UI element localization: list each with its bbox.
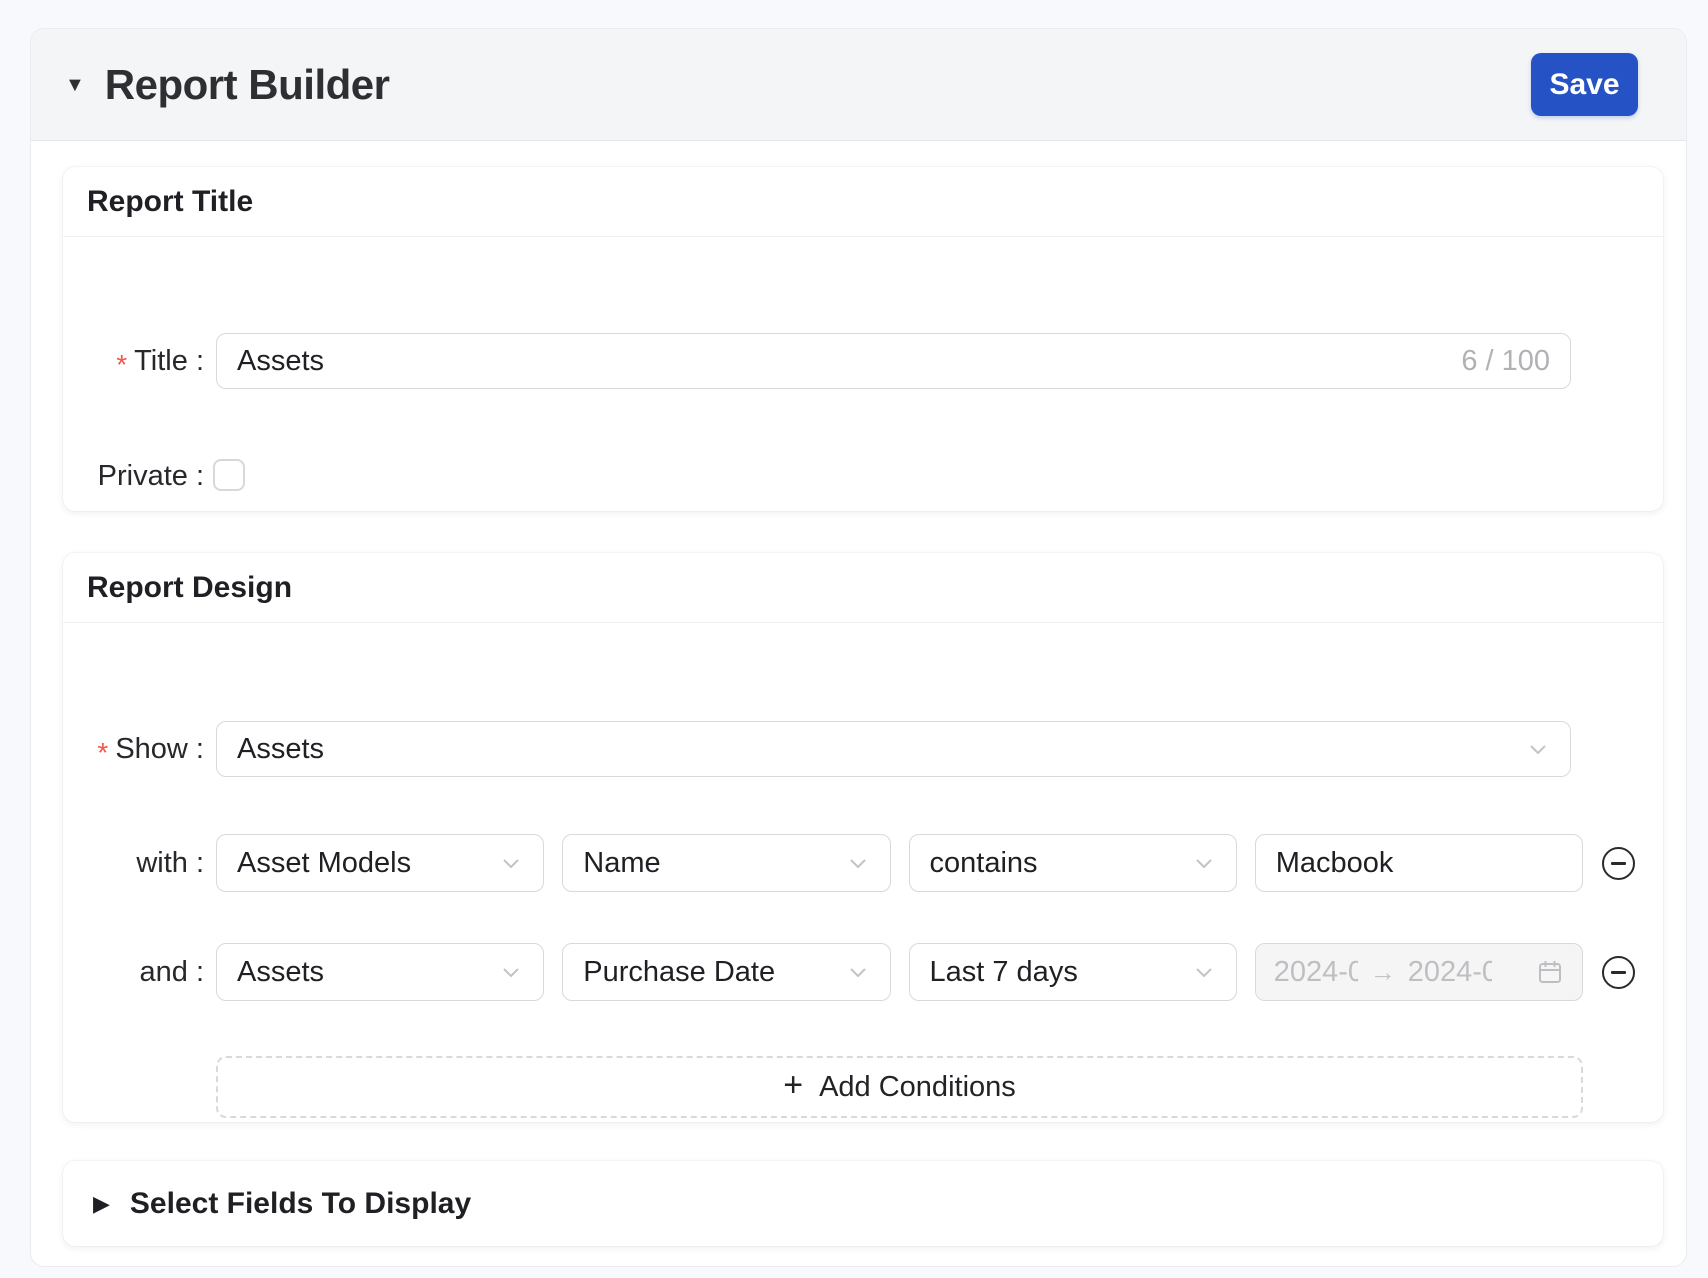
plus-icon: + [783,1068,803,1106]
report-design-card: Report Design * Show : Assets with : [63,553,1663,1122]
condition-entity-select[interactable]: Assets [216,943,544,1001]
save-button[interactable]: Save [1531,53,1638,116]
with-label: with : [63,834,204,892]
chevron-down-icon [846,960,870,984]
title-row: * Title : Assets 6 / 100 [63,333,1663,389]
select-fields-title: Select Fields To Display [130,1187,471,1221]
report-title-card: Report Title * Title : Assets 6 / 100 Pr… [63,167,1663,511]
date-range-picker: 2024-0 → 2024-0 [1255,943,1583,1001]
chevron-down-icon [1526,737,1550,761]
condition-field-select[interactable]: Name [562,834,890,892]
condition-row-with: with : Asset Models Name [63,834,1663,892]
panel-header: ▼ Report Builder Save [31,29,1686,141]
show-select[interactable]: Assets [216,721,1571,777]
private-row: Private : [63,459,1663,493]
range-start-date: 2024-0 [1274,956,1358,989]
chevron-down-icon [846,851,870,875]
add-conditions-button[interactable]: + Add Conditions [216,1056,1583,1118]
condition-entity-select[interactable]: Asset Models [216,834,544,892]
report-title-card-title: Report Title [87,185,253,219]
report-design-card-header: Report Design [63,553,1663,623]
chevron-down-icon [1192,851,1216,875]
show-label: * Show : [63,721,204,777]
remove-condition-icon[interactable] [1602,956,1635,989]
show-select-value: Assets [237,733,324,766]
remove-condition-icon[interactable] [1602,847,1635,880]
select-fields-card[interactable]: ▶ Select Fields To Display [63,1161,1663,1246]
report-title-card-header: Report Title [63,167,1663,237]
collapse-caret-icon[interactable]: ▼ [65,75,85,95]
and-label: and : [63,943,204,1001]
condition-value-input[interactable]: Macbook [1255,834,1583,892]
private-checkbox[interactable] [213,459,245,491]
title-input-value: Assets [237,345,324,378]
chevron-down-icon [1192,960,1216,984]
title-input[interactable]: Assets 6 / 100 [216,333,1571,389]
page-title: Report Builder [105,61,390,109]
expand-caret-icon[interactable]: ▶ [93,1193,110,1215]
title-label: * Title : [63,333,204,389]
condition-operator-select[interactable]: Last 7 days [909,943,1237,1001]
condition-field-select[interactable]: Purchase Date [562,943,890,1001]
condition-row-and: and : Assets Purchase Date [63,943,1663,1001]
range-arrow-icon: → [1370,957,1396,988]
required-asterisk: * [97,729,108,769]
report-design-card-title: Report Design [87,571,292,605]
required-asterisk: * [116,341,127,381]
chevron-down-icon [499,851,523,875]
title-char-counter: 6 / 100 [1461,345,1550,378]
range-end-date: 2024-0 [1408,956,1492,989]
report-builder-panel: ▼ Report Builder Save Report Title * Tit… [30,28,1687,1267]
chevron-down-icon [499,960,523,984]
condition-operator-select[interactable]: contains [909,834,1237,892]
private-label: Private : [63,459,204,493]
show-row: * Show : Assets [63,721,1663,777]
calendar-icon [1536,958,1564,986]
